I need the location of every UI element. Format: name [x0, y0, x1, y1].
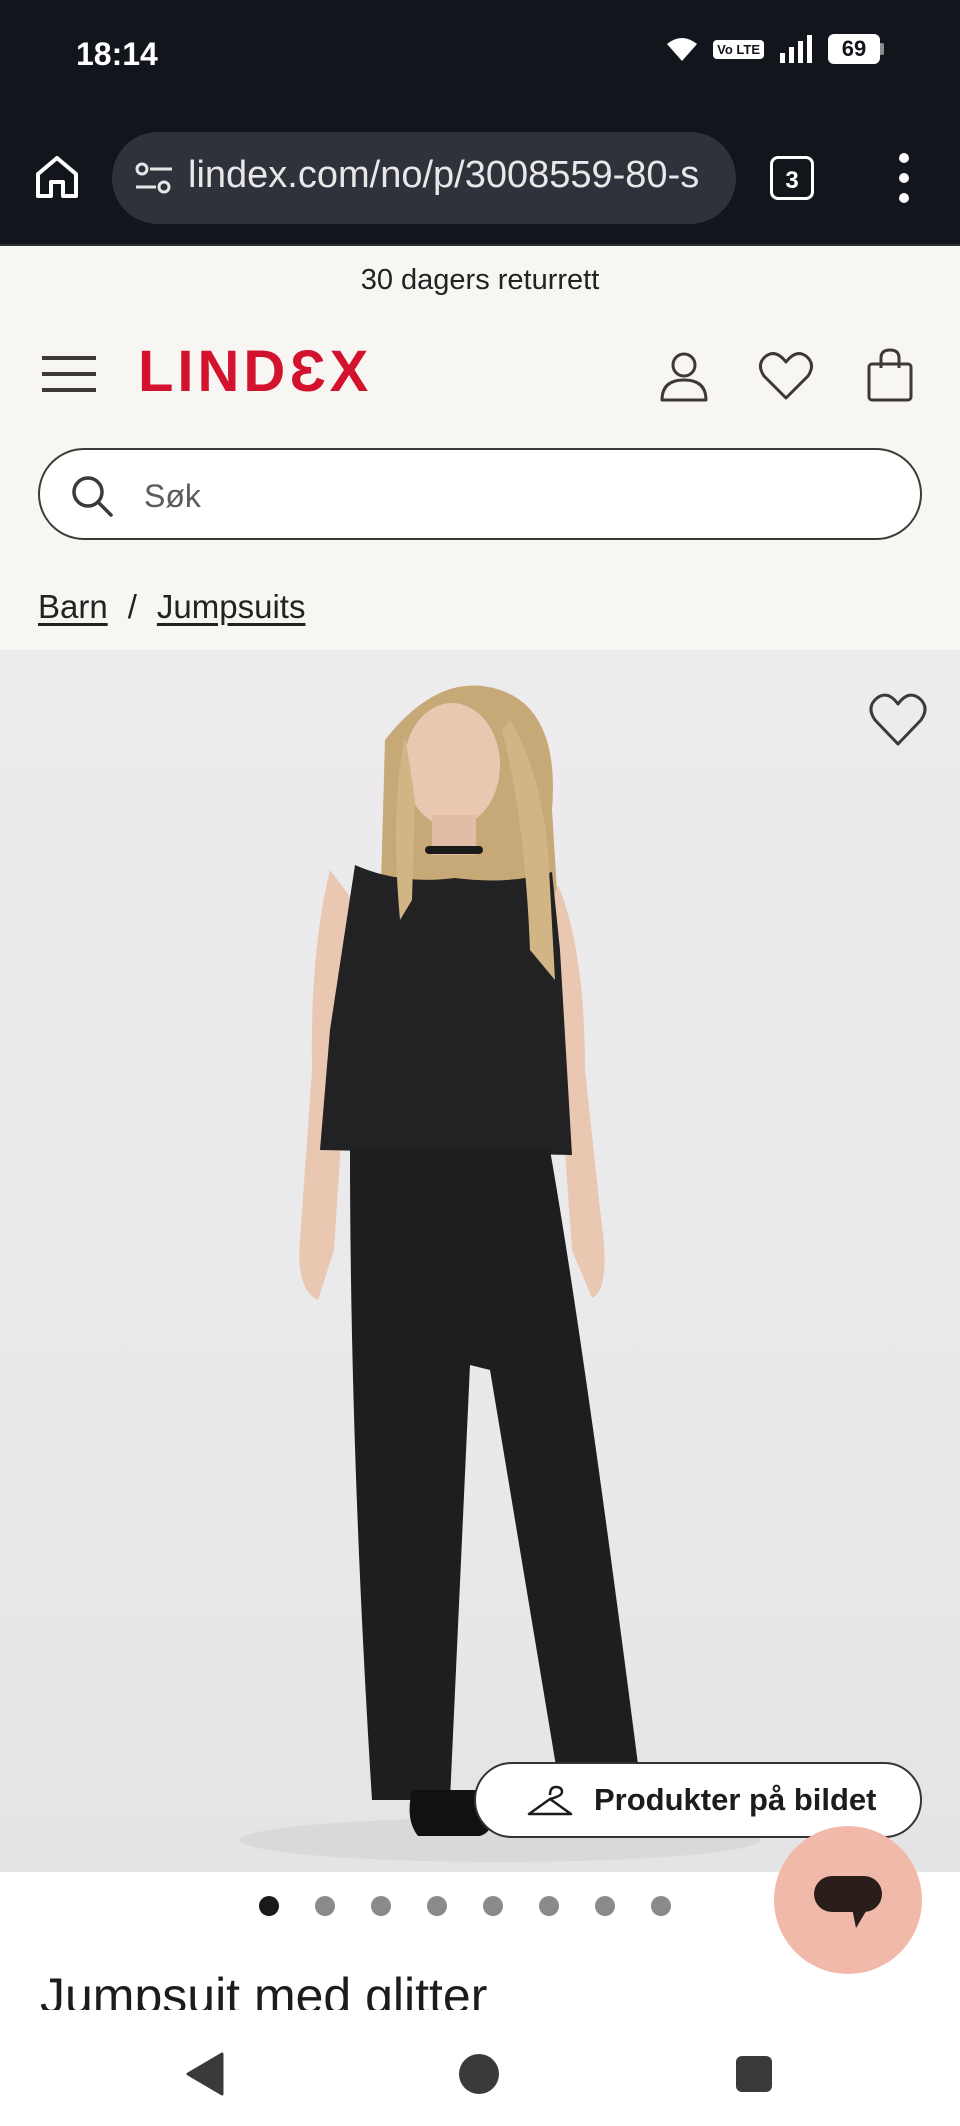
home-nav-icon[interactable]: [459, 2054, 499, 2094]
address-bar[interactable]: lindex.com/no/p/3008559-80-s: [112, 132, 736, 224]
system-nav-bar: [0, 2014, 960, 2126]
carousel-dot[interactable]: [483, 1896, 503, 1916]
signal-icon: [780, 35, 812, 63]
hanger-icon: [527, 1785, 573, 1816]
status-bar: 18:14 Vo LTE 69: [0, 0, 960, 112]
carousel-dot[interactable]: [315, 1896, 335, 1916]
status-time: 18:14: [76, 36, 158, 72]
battery-level: 69: [828, 34, 880, 64]
search-icon: [72, 476, 113, 517]
product-title: Jumpsuit med glitter: [40, 1968, 488, 2010]
status-icons: Vo LTE 69: [665, 34, 884, 64]
carousel-dot[interactable]: [539, 1896, 559, 1916]
breadcrumb-separator: /: [127, 588, 137, 625]
hamburger-icon[interactable]: [40, 354, 98, 394]
search-input[interactable]: [142, 470, 886, 522]
search-box[interactable]: [38, 448, 922, 540]
recents-icon[interactable]: [736, 2056, 772, 2092]
carousel-dot[interactable]: [651, 1896, 671, 1916]
shopping-bag-icon[interactable]: [866, 348, 914, 402]
chat-icon: [814, 1876, 882, 1928]
breadcrumb-link-jumpsuits[interactable]: Jumpsuits: [157, 588, 306, 626]
volte-icon: Vo LTE: [713, 39, 764, 59]
product-photo-model: [240, 685, 760, 1862]
browser-toolbar: lindex.com/no/p/3008559-80-s 3: [0, 112, 960, 246]
tune-icon[interactable]: [134, 160, 174, 196]
promo-banner[interactable]: 30 dagers returrett: [0, 264, 960, 297]
tab-switcher-button[interactable]: 3: [770, 156, 814, 200]
home-icon[interactable]: [32, 152, 82, 202]
carousel-dot[interactable]: [371, 1896, 391, 1916]
lindex-logo[interactable]: LINDƐX: [138, 338, 372, 405]
heart-icon[interactable]: [758, 350, 814, 402]
carousel-dot[interactable]: [595, 1896, 615, 1916]
site-header: 30 dagers returrett LINDƐX Barn / Jumpsu…: [0, 246, 960, 650]
back-icon[interactable]: [186, 2052, 226, 2096]
carousel-dot[interactable]: [259, 1896, 279, 1916]
breadcrumb: Barn / Jumpsuits: [38, 588, 305, 626]
chat-button[interactable]: [774, 1826, 922, 1974]
heart-icon[interactable]: [868, 692, 928, 748]
products-in-image-label: Produkter på bildet: [594, 1782, 877, 1817]
carousel-dot[interactable]: [427, 1896, 447, 1916]
battery-icon: 69: [828, 34, 884, 64]
more-vert-icon[interactable]: [892, 150, 916, 206]
user-icon[interactable]: [658, 350, 710, 402]
url-text[interactable]: lindex.com/no/p/3008559-80-s: [188, 154, 699, 197]
wifi-icon: [667, 38, 698, 61]
product-image[interactable]: Produkter på bildet: [0, 650, 960, 1872]
breadcrumb-link-barn[interactable]: Barn: [38, 588, 108, 626]
